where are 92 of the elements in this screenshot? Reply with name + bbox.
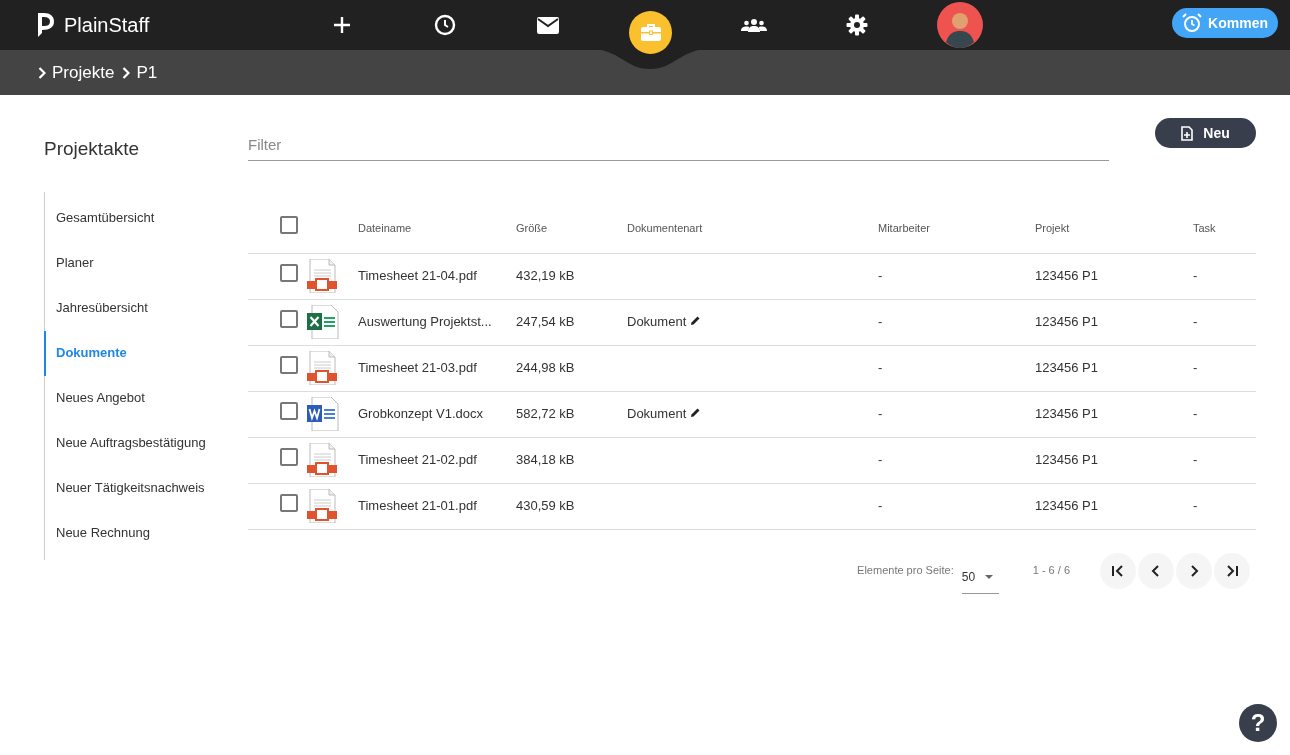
table-cell: 432,19 kB <box>516 268 575 284</box>
first-page-icon <box>1112 564 1123 577</box>
people-icon <box>740 18 767 32</box>
column-header: Mitarbeiter <box>878 221 930 234</box>
chevron-left-icon <box>1151 564 1159 577</box>
column-header: Task <box>1193 221 1216 234</box>
table-cell: 123456 P1 <box>1035 406 1098 422</box>
sidebar-item[interactable]: Neues Angebot <box>45 375 234 421</box>
pdf-file-icon <box>307 489 337 523</box>
file-name: Timesheet 21-03.pdf <box>358 360 477 376</box>
table-cell: 123456 P1 <box>1035 498 1098 514</box>
table-cell: - <box>878 314 883 330</box>
table-cell: - <box>1193 452 1198 468</box>
column-header: Größe <box>516 221 548 234</box>
row-checkbox[interactable] <box>280 494 298 513</box>
table-cell: Dokument <box>627 406 687 422</box>
clock-icon <box>433 14 456 36</box>
chevron-right-icon <box>122 66 131 79</box>
breadcrumb-link[interactable]: P1 <box>136 59 158 86</box>
table-cell: - <box>878 452 883 468</box>
file-name: Auswertung Projektst... <box>358 314 492 330</box>
avatar-icon <box>936 2 983 48</box>
sidebar-item[interactable]: Neue Auftragsbestätigung <box>45 420 234 466</box>
table-cell: - <box>878 406 883 422</box>
table-cell: 247,54 kB <box>516 314 575 330</box>
table-cell: Dokument <box>627 314 687 330</box>
table-cell: - <box>1193 498 1198 514</box>
last-page-button[interactable] <box>1214 552 1250 589</box>
column-header: Dateiname <box>358 221 412 234</box>
plus-icon <box>332 16 351 34</box>
briefcase-icon <box>640 24 661 41</box>
row-checkbox[interactable] <box>280 356 298 375</box>
table-cell: 123456 P1 <box>1035 314 1098 330</box>
pdf-file-icon <box>307 351 337 385</box>
table-cell: - <box>1193 406 1198 422</box>
breadcrumb-link[interactable]: Projekte <box>52 59 115 86</box>
chevron-right-icon <box>38 66 46 79</box>
sidebar-item[interactable]: Jahresübersicht <box>45 285 234 331</box>
chevron-right-icon <box>1191 564 1199 577</box>
sidebar-item[interactable]: Neuer Tätigkeitsnachweis <box>45 465 234 511</box>
sidebar-item[interactable]: Neue Rechnung <box>45 510 234 556</box>
first-page-button[interactable] <box>1100 552 1136 589</box>
table-cell: 123456 P1 <box>1035 452 1098 468</box>
file-name: Timesheet 21-01.pdf <box>358 498 477 514</box>
items-per-page-label: Elemente pro Seite: <box>857 563 954 579</box>
filter-field[interactable]: Filter <box>248 128 1109 161</box>
row-checkbox[interactable] <box>280 402 298 421</box>
table-cell: 244,98 kB <box>516 360 575 376</box>
table-cell: 123456 P1 <box>1035 360 1098 376</box>
new-button[interactable]: Neu <box>1155 118 1256 148</box>
file-name: Timesheet 21-02.pdf <box>358 452 477 468</box>
settings-icon <box>845 14 868 36</box>
app-name: PlainStaff <box>64 13 150 38</box>
page-range: 1 - 6 / 6 <box>1032 563 1070 579</box>
pencil-icon[interactable] <box>690 315 702 327</box>
sidebar-item[interactable]: Planer <box>45 240 234 286</box>
sidebar-item[interactable]: Gesamtübersicht <box>45 195 234 241</box>
row-checkbox[interactable] <box>280 448 298 467</box>
file-name: Timesheet 21-04.pdf <box>358 268 477 284</box>
dropdown-caret-icon <box>985 575 994 579</box>
table-cell: - <box>1193 314 1198 330</box>
previous-page-button[interactable] <box>1138 552 1174 589</box>
mail-icon <box>536 16 559 34</box>
table-cell: - <box>878 498 883 514</box>
file-name: Grobkonzept V1.docx <box>358 406 484 422</box>
next-page-button[interactable] <box>1176 552 1212 589</box>
last-page-icon <box>1227 564 1238 577</box>
add-file-icon <box>1181 125 1194 141</box>
pencil-icon[interactable] <box>690 407 702 419</box>
pdf-file-icon <box>307 259 337 293</box>
sidebar-title: Projektakte <box>44 137 141 161</box>
select-all-checkbox[interactable] <box>280 216 298 234</box>
table-cell: - <box>878 268 883 284</box>
sidebar-item[interactable]: Dokumente <box>44 330 234 376</box>
logo-icon <box>36 13 56 37</box>
row-checkbox[interactable] <box>280 310 298 329</box>
document-file-icon <box>307 397 339 431</box>
table-cell: - <box>1193 268 1198 284</box>
column-header: Dokumentenart <box>627 221 703 234</box>
items-per-page-select[interactable]: 50 <box>961 561 999 594</box>
table-cell: 430,59 kB <box>516 498 575 514</box>
table-cell: - <box>878 360 883 376</box>
row-checkbox[interactable] <box>280 264 298 283</box>
help-button[interactable]: ? <box>1239 704 1277 742</box>
column-header: Projekt <box>1035 221 1070 234</box>
pdf-file-icon <box>307 443 337 477</box>
table-cell: - <box>1193 360 1198 376</box>
table-cell: 582,72 kB <box>516 406 575 422</box>
alarm-clock-icon <box>1182 13 1203 33</box>
table-cell: 123456 P1 <box>1035 268 1098 284</box>
table-cell: 384,18 kB <box>516 452 575 468</box>
spreadsheet-file-icon <box>307 305 339 339</box>
